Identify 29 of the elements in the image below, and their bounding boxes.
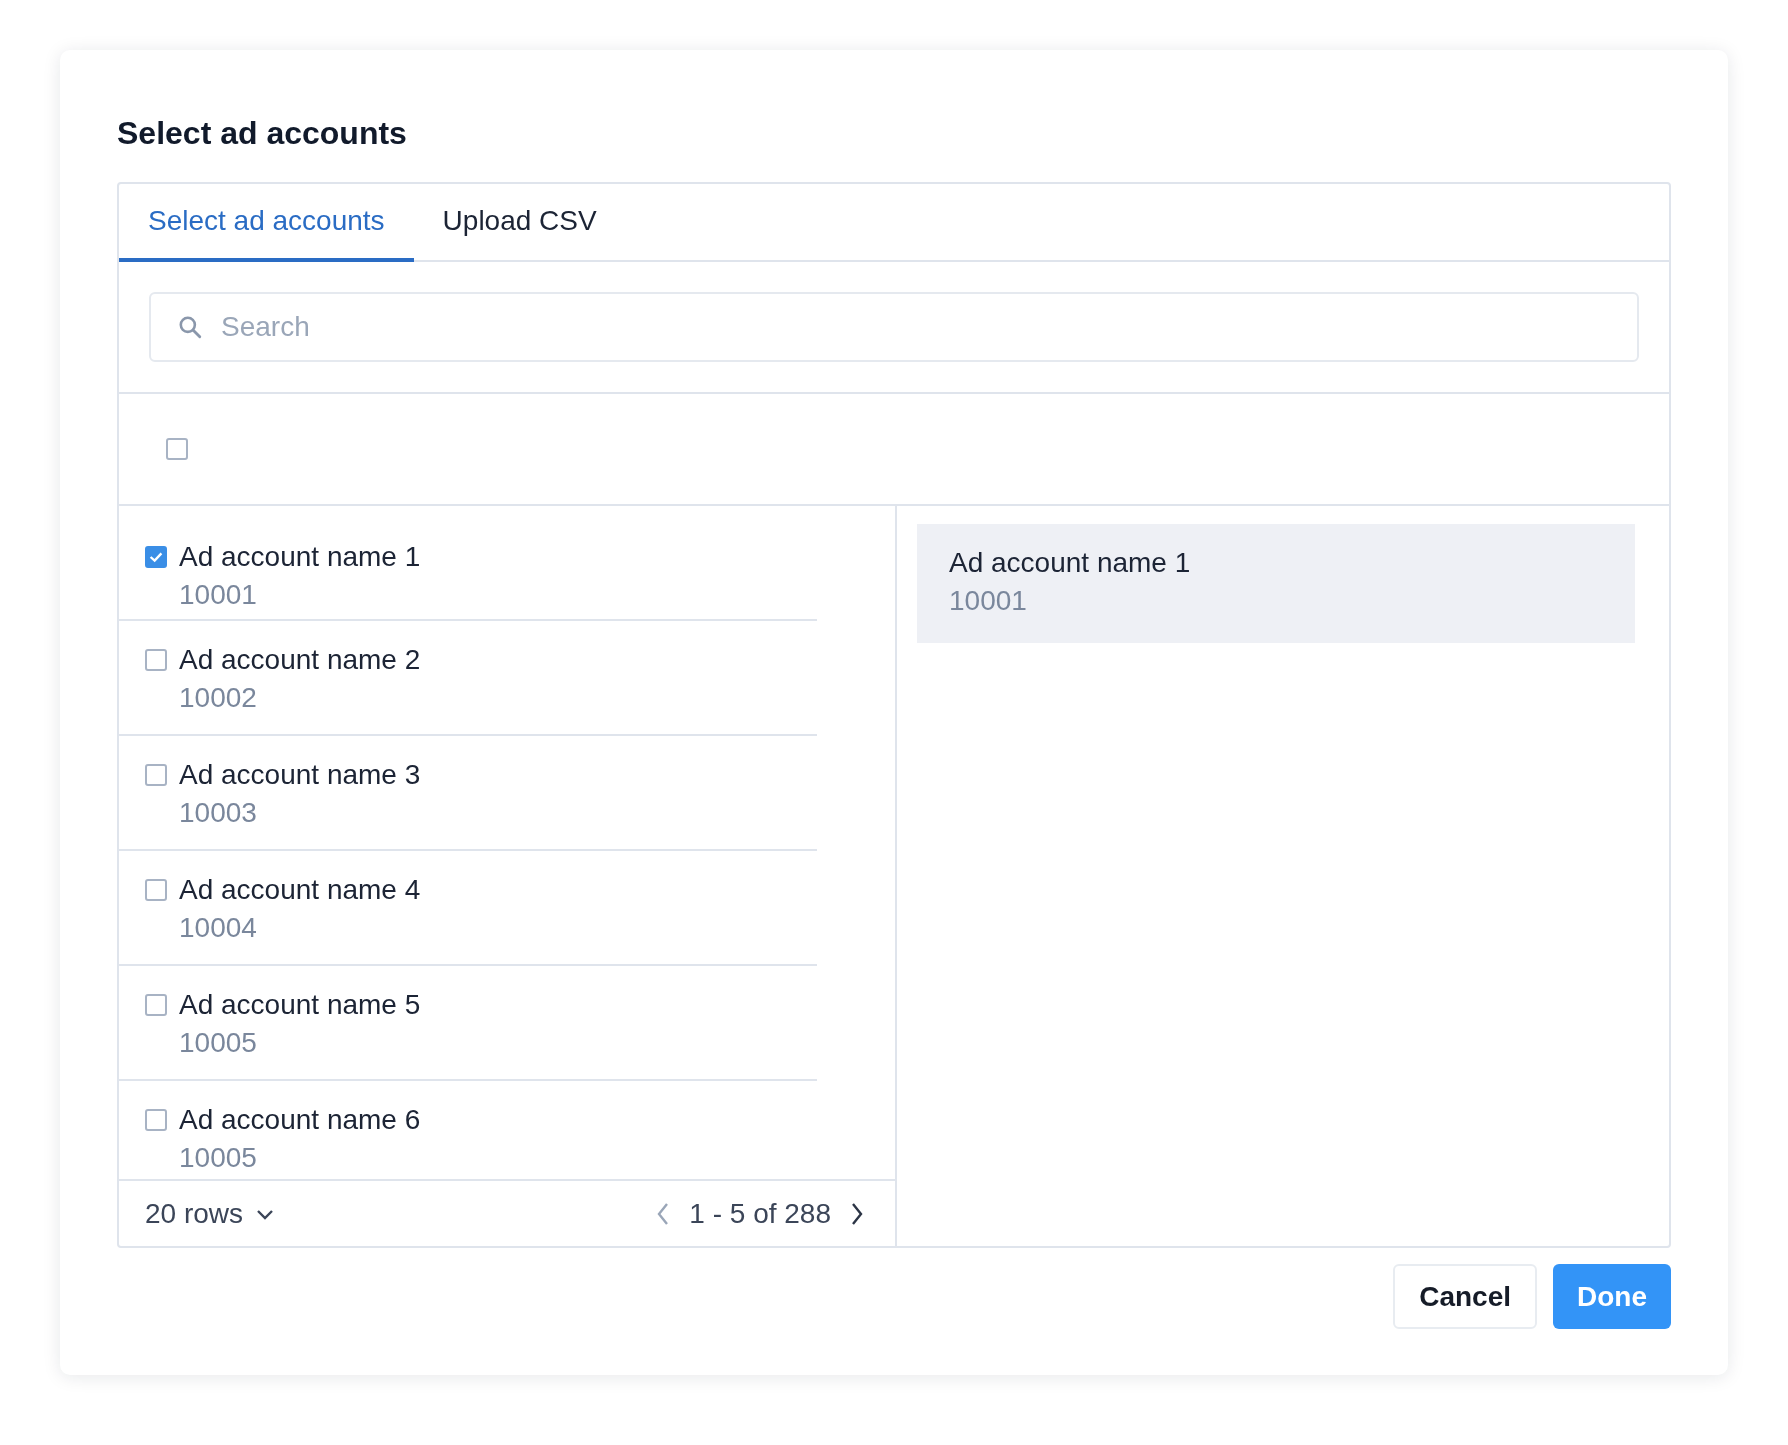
search-icon <box>177 314 203 340</box>
search-field[interactable]: Search <box>149 292 1639 362</box>
account-id: 10005 <box>179 1141 258 1175</box>
row-checkbox[interactable] <box>145 1109 167 1131</box>
account-id: 10003 <box>179 796 258 830</box>
rows-per-page-dropdown[interactable]: 20 rows <box>145 1197 276 1230</box>
account-id: 10004 <box>179 911 258 945</box>
account-name: Ad account name 1 <box>179 540 421 574</box>
account-name: Ad account name 1 <box>949 546 1192 580</box>
tab[interactable]: Upload CSV <box>413 184 626 262</box>
account-name: Ad account name 3 <box>179 758 421 792</box>
select-all-checkbox[interactable] <box>166 438 188 460</box>
account-name: Ad account name 6 <box>179 1103 421 1137</box>
account-name: Ad account name 2 <box>179 643 421 677</box>
row-checkbox[interactable] <box>145 649 167 671</box>
row-checkbox[interactable] <box>145 764 167 786</box>
account-id: 10001 <box>179 578 258 612</box>
account-name: Ad account name 4 <box>179 873 421 907</box>
account-id: 10005 <box>179 1026 258 1060</box>
page-range: 1 - 5 of 288 <box>689 1197 831 1230</box>
row-checkbox[interactable] <box>145 879 167 901</box>
account-id: 10002 <box>179 681 258 715</box>
cancel-button[interactable]: Cancel <box>1393 1264 1537 1329</box>
dialog-title: Select ad accounts <box>117 114 408 153</box>
row-checkbox[interactable] <box>145 546 167 568</box>
tab[interactable]: Select ad accounts <box>119 184 414 262</box>
row-checkbox[interactable] <box>145 994 167 1016</box>
account-id: 10001 <box>949 584 1028 618</box>
account-name: Ad account name 5 <box>179 988 421 1022</box>
